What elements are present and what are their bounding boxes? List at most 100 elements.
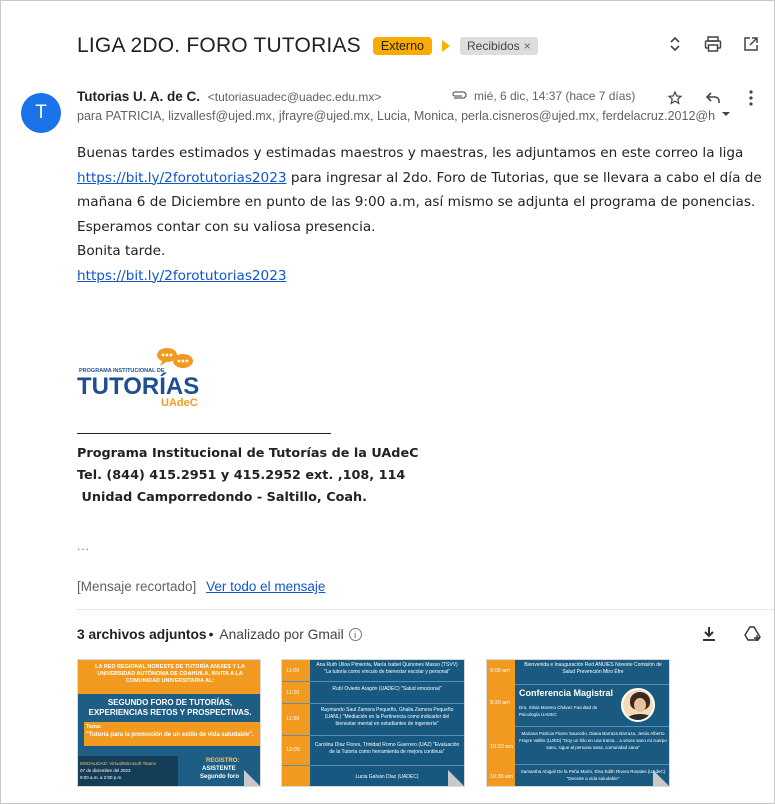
thumb1-header: LA RED REGIONAL NORESTE DE TUTORÍA ANUIE… (95, 664, 245, 684)
logo-sub: UAdeC (161, 397, 198, 409)
external-badge: Externo (372, 37, 432, 55)
tutorias-logo: PROGRAMA INSTITUCIONAL DE TUTORÍAS UAdeC (77, 341, 207, 411)
thumb1-modalidad: MODALIDAD: Virtual/Microsoft Teams (80, 761, 156, 766)
attachment-thumbnail-2[interactable]: 11:00 Ana Ruth Ulloa Pimienta, María Isa… (281, 659, 465, 787)
body-line-4: Esperamos contar con su valiosa presenci… (77, 218, 376, 235)
subject-row: LIGA 2DO. FORO TUTORIAS Externo Recibido… (77, 31, 762, 61)
sender-name[interactable]: Tutorias U. A. de C. (77, 89, 200, 104)
speaker-face (634, 698, 646, 712)
reply-icon[interactable] (702, 87, 724, 109)
thumb2-row: 12:05 Carolina Díaz Flores, Trinidad Rom… (282, 736, 464, 766)
thumb2-row-time: 12:05 (286, 747, 300, 753)
thumb2-row: 11:50 Raymundo Saul Zamora Pequeño, Ghal… (282, 704, 464, 736)
thumb2-row-time: 11:20 (286, 690, 300, 696)
thumb1-fold (244, 770, 260, 786)
thumb2-row-text: Raymundo Saul Zamora Pequeño, Ghalia Zam… (320, 707, 454, 727)
print-icon[interactable] (702, 33, 724, 55)
dropdown-caret-icon[interactable] (721, 109, 731, 122)
thumb3-conference-title: Conferencia Magistral (519, 688, 614, 698)
sender-email: <tutoriasuadec@uadec.edu.mx> (207, 90, 382, 104)
thumb1-registro: REGISTRO: (206, 758, 240, 764)
view-full-message-link[interactable]: Ver todo el mensaje (206, 579, 325, 594)
thumb2-row-time: 11:50 (286, 716, 300, 722)
speaker-photo (621, 688, 655, 722)
thumb3-row-4: Samantha Abigail De la Peña Marín, Elsa … (520, 769, 666, 781)
recipients-list[interactable]: para PATRICIA, lizvallesf@ujed.mx, jfray… (77, 109, 737, 123)
body-line-2-text: para ingresar al 2do. Foro de Tutorias, … (286, 169, 762, 186)
thumb1-asistente: ASISTENTE (202, 766, 236, 772)
signature: Programa Institucional de Tutorías de la… (77, 443, 419, 509)
thumb3-time-column (487, 660, 515, 786)
add-to-drive-icon[interactable] (742, 623, 764, 645)
show-trimmed-content[interactable]: ... (77, 539, 90, 553)
attachments-separator: • (208, 627, 214, 642)
attachments-divider (77, 609, 774, 610)
email-subject: LIGA 2DO. FORO TUTORIAS (77, 34, 361, 57)
thumb2-fold (448, 770, 464, 786)
thumb1-hora: 9:00 a.m. a 2:00 p.m. (80, 775, 123, 780)
forum-link-2[interactable]: https://bit.ly/2forotutorias2023 (77, 268, 287, 284)
thumb1-foro: Segundo foro (200, 774, 239, 780)
paperclip-icon (450, 89, 468, 103)
thumb3-time-2: 9:20 am (490, 700, 510, 706)
signature-line-1: Programa Institucional de Tutorías de la… (77, 446, 419, 461)
attachment-thumbnail-1[interactable]: LA RED REGIONAL NORESTE DE TUTORÍA ANUIE… (77, 659, 261, 787)
thumb2-row: 11:00 Ana Ruth Ulloa Pimienta, María Isa… (282, 660, 464, 682)
thumb2-row-text: Rubí Oviedo Aragón (UADEC) "Salud emocio… (332, 686, 442, 692)
remove-label-icon[interactable]: × (524, 39, 531, 53)
speaker-shoulders (626, 714, 653, 720)
expand-collapse-icon[interactable] (664, 33, 686, 55)
attachments-header: 3 archivos adjuntos • Analizado por Gmai… (77, 627, 362, 642)
message-meta: mié, 6 dic, 14:37 (hace 7 días) (450, 89, 635, 103)
clipped-notice: [Mensaje recortado] Ver todo el mensaje (77, 579, 325, 594)
sender-line: Tutorias U. A. de C. <tutoriasuadec@uade… (77, 89, 381, 104)
scanned-by-gmail: Analizado por Gmail (219, 627, 344, 642)
thumb3-time-4: 10:35 am (490, 774, 513, 780)
signature-divider (77, 433, 331, 434)
thumb2-row-text: Ana Ruth Ulloa Pimienta, María Isabel Qu… (316, 662, 458, 675)
thumb3-fold (653, 770, 669, 786)
clipped-text: [Mensaje recortado] (77, 579, 197, 594)
thumb3-conference-speaker: Dra. Silvia Moreno Chávez Facultad de Ps… (519, 705, 598, 717)
more-vert-icon[interactable] (740, 87, 762, 109)
star-icon[interactable] (664, 87, 686, 109)
message-body: Buenas tardes estimados y estimadas maes… (77, 141, 767, 288)
message-actions (664, 87, 762, 109)
inbox-label-chip[interactable]: Recibidos × (459, 37, 538, 55)
thumb2-row: Lucia Galván Díaz (UADEC) (282, 766, 464, 786)
thumb3-divider-1 (515, 684, 669, 685)
thumb1-tema-label: Tema: (86, 724, 102, 730)
attachments-count: 3 archivos adjuntos (77, 627, 207, 642)
body-line-1: Buenas tardes estimados y estimadas maes… (77, 145, 744, 161)
thumb3-row-1: Bienvenida e Inauguración Red ANUIES Nor… (524, 662, 662, 675)
info-icon[interactable]: i (348, 628, 362, 641)
subject-actions (664, 33, 762, 55)
inbox-label-text: Recibidos (466, 39, 520, 53)
thumb3-time-1: 9:00 am (490, 668, 510, 674)
signature-line-3: Unidad Camporredondo - Saltillo, Coah. (77, 490, 368, 505)
thumb1-fecha: 07 de diciembre del 2023 (80, 768, 131, 773)
thumb2-row-text: Carolina Díaz Flores, Trinidad Romo Guer… (314, 742, 460, 755)
body-line-3: mañana 6 de Diciembre en punto de las 9:… (77, 194, 756, 210)
message-date: mié, 6 dic, 14:37 (hace 7 días) (474, 89, 636, 103)
forum-link[interactable]: https://bit.ly/2forotutorias2023 (77, 170, 287, 186)
signature-line-2: Tel. (844) 415.2951 y 415.2952 ext. ,108… (77, 468, 406, 483)
email-view: LIGA 2DO. FORO TUTORIAS Externo Recibido… (0, 0, 775, 804)
important-marker-icon[interactable] (441, 40, 450, 52)
attachment-thumbnail-3[interactable]: 9:00 am Bienvenida e Inauguración Red AN… (486, 659, 670, 787)
thumb3-divider-3 (515, 764, 669, 765)
body-line-2: https://bit.ly/2forotutorias2023 para in… (77, 166, 767, 191)
attachments-actions (698, 623, 764, 645)
thumb3-time-3: 10:20 am (490, 744, 513, 750)
open-new-window-icon[interactable] (740, 33, 762, 55)
thumb1-tema: "Tutoría para la promoción de un estilo … (86, 732, 254, 738)
sender-avatar[interactable]: T (21, 93, 61, 133)
body-line-6: https://bit.ly/2forotutorias2023 (77, 264, 767, 289)
body-line-5: Bonita tarde. (77, 243, 166, 259)
thumb2-rows: 11:00 Ana Ruth Ulloa Pimienta, María Isa… (282, 660, 464, 786)
thumb3-divider-2 (515, 726, 669, 727)
thumb2-row-text: Lucia Galván Díaz (UADEC) (355, 774, 419, 780)
thumb2-row: 11:20 Rubí Oviedo Aragón (UADEC) "Salud … (282, 682, 464, 704)
download-icon[interactable] (698, 623, 720, 645)
thumb3-row-3: Mariana Patricia Flores Saucedo, Diana B… (519, 731, 667, 750)
